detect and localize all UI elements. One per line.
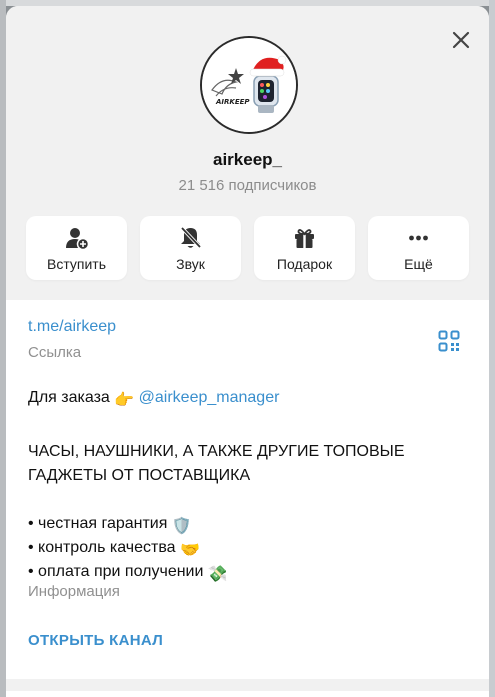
close-button[interactable] — [449, 28, 473, 52]
add-user-icon — [66, 228, 90, 250]
sound-label: Звук — [176, 256, 205, 272]
open-channel-button[interactable]: ОТКРЫТЬ КАНАЛ — [28, 632, 163, 649]
bullet-text: • оплата при получении — [28, 563, 204, 580]
channel-avatar[interactable]: AIRKEEP — [200, 36, 298, 134]
more-label: Ещё — [404, 256, 433, 272]
join-button[interactable]: Вступить — [26, 216, 127, 280]
order-prefix: Для заказа — [28, 389, 110, 406]
bullet-guarantee: • честная гарантия 🛡️ — [28, 512, 458, 539]
channel-header: AIRKEEP airkeep_ 21 516 подписчиков Всту… — [6, 6, 489, 300]
description-line-2: ГАДЖЕТЫ ОТ ПОСТАВЩИКА — [28, 467, 251, 484]
gift-icon — [295, 229, 314, 248]
more-button[interactable]: Ещё — [368, 216, 469, 280]
subscriber-count: 21 516 подписчиков — [178, 177, 317, 194]
channel-link[interactable]: t.me/airkeep — [28, 318, 116, 336]
qr-code-button[interactable] — [438, 330, 460, 352]
bullet-text: • честная гарантия — [28, 515, 168, 532]
description-line-1: ЧАСЫ, НАУШНИКИ, А ТАКЖЕ ДРУГИЕ ТОПОВЫЕ — [28, 443, 405, 460]
panel-bottom-divider — [6, 679, 489, 691]
join-label: Вступить — [46, 256, 106, 272]
info-caption: Информация — [28, 583, 120, 600]
gift-button[interactable]: Подарок — [254, 216, 355, 280]
manager-mention-link[interactable]: @airkeep_manager — [139, 389, 280, 406]
qr-code-icon — [438, 330, 460, 352]
pointing-hand-emoji: 👉 — [114, 392, 135, 409]
bullet-quality: • контроль качества 🤝 — [28, 536, 458, 563]
airkeep-logo-icon: AIRKEEP — [202, 38, 296, 132]
svg-text:AIRKEEP: AIRKEEP — [215, 98, 250, 106]
channel-name: airkeep_ — [213, 150, 282, 169]
close-icon — [452, 31, 470, 49]
link-caption: Ссылка — [28, 344, 82, 361]
action-buttons: Вступить Звук Подарок Ещё — [26, 216, 470, 280]
gift-label: Подарок — [276, 256, 333, 272]
order-line: Для заказа 👉 @airkeep_manager — [28, 386, 458, 413]
bullet-text: • контроль качества — [28, 539, 176, 556]
bell-off-icon — [180, 226, 202, 249]
money-emoji: 💸 — [207, 566, 228, 583]
more-icon — [409, 235, 428, 241]
background-right — [489, 0, 495, 697]
sound-button[interactable]: Звук — [140, 216, 241, 280]
